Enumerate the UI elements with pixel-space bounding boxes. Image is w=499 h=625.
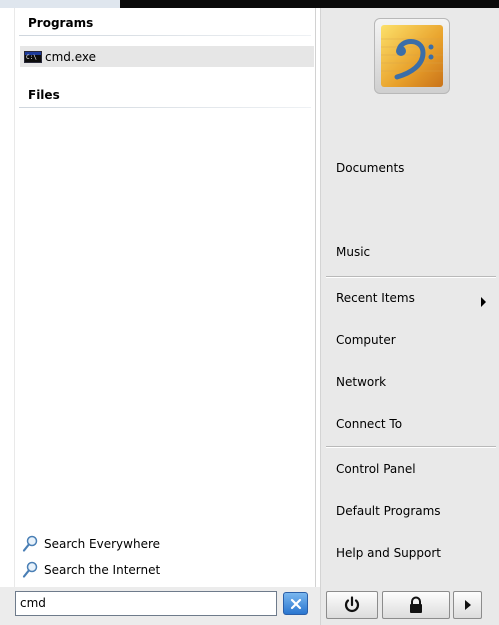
menu-item-default-programs[interactable]: Default Programs (336, 498, 496, 524)
start-menu-right-pane (320, 8, 499, 625)
clear-search-button[interactable] (283, 592, 308, 615)
result-item-cmd[interactable]: cmd.exe (20, 46, 314, 67)
lock-icon (410, 596, 422, 613)
menu-item-computer[interactable]: Computer (336, 327, 496, 353)
section-heading-files: Files (15, 82, 315, 108)
search-icon (22, 535, 38, 552)
bass-clef-icon (381, 25, 443, 87)
menu-item-recent-items[interactable]: Recent Items (336, 285, 496, 311)
search-input[interactable]: cmd (15, 591, 277, 616)
menu-item-documents[interactable]: Documents (336, 155, 496, 181)
menu-separator (326, 276, 496, 277)
menu-item-control-panel[interactable]: Control Panel (336, 456, 496, 482)
search-internet-link[interactable]: Search the Internet (22, 558, 160, 582)
shutdown-button[interactable] (326, 591, 378, 619)
arrow-right-icon (464, 600, 471, 610)
menu-item-connect-to[interactable]: Connect To (336, 411, 496, 437)
menu-item-music[interactable]: Music (336, 239, 496, 265)
section-heading-programs: Programs (15, 10, 315, 36)
menu-item-network[interactable]: Network (336, 369, 496, 395)
taskbar-dark-area (120, 0, 499, 8)
result-item-label: cmd.exe (45, 49, 97, 64)
power-icon (344, 596, 360, 612)
search-everywhere-link[interactable]: Search Everywhere (22, 532, 160, 556)
menu-separator (326, 446, 496, 447)
cmd-icon (24, 50, 42, 63)
search-internet-label: Search the Internet (44, 563, 161, 577)
close-icon (290, 598, 301, 609)
taskbar-start-area (0, 0, 120, 8)
taskbar-strip (0, 0, 499, 8)
search-results-pane: Programs cmd.exe Files Search Everywhere… (14, 8, 316, 587)
power-options-button[interactable] (453, 591, 482, 619)
user-picture[interactable] (374, 18, 450, 94)
submenu-arrow-icon (481, 297, 486, 307)
menu-item-help-and-support[interactable]: Help and Support (336, 540, 496, 566)
search-icon (22, 561, 38, 578)
search-everywhere-label: Search Everywhere (44, 537, 160, 551)
lock-button[interactable] (382, 591, 450, 619)
